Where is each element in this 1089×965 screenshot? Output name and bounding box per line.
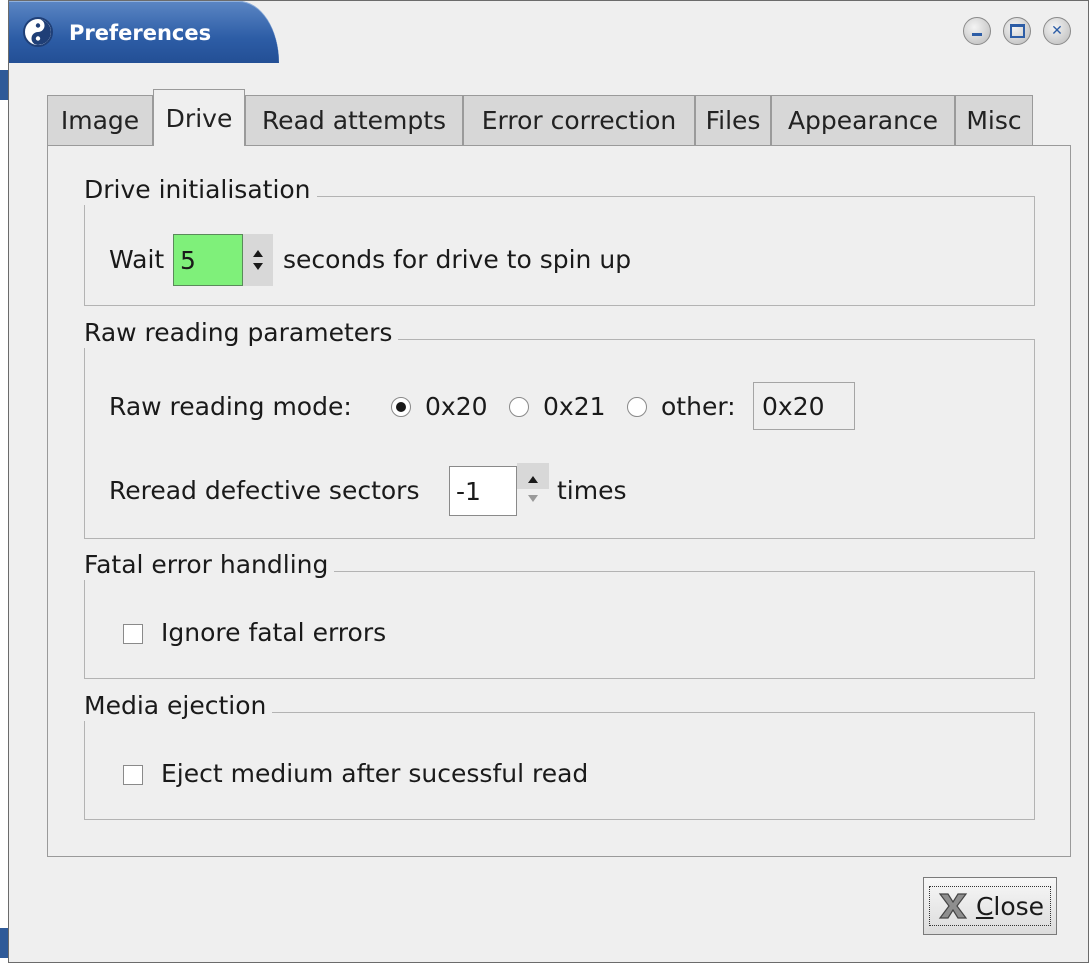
- close-button-focus: Close: [928, 886, 1052, 926]
- wait-seconds-input[interactable]: 5: [173, 234, 243, 286]
- frame-title: Drive initialisation: [84, 175, 317, 205]
- tab-appearance[interactable]: Appearance: [771, 95, 955, 145]
- ignore-fatal-errors-label[interactable]: Ignore fatal errors: [161, 618, 386, 647]
- eject-medium-checkbox[interactable]: [123, 765, 143, 785]
- wait-suffix-label: seconds for drive to spin up: [283, 245, 632, 274]
- radio-0x20-label[interactable]: 0x20: [425, 392, 488, 421]
- tab-error-correction[interactable]: Error correction: [463, 95, 695, 145]
- media-ejection-frame: Media ejection Eject medium after sucess…: [84, 691, 1035, 820]
- radio-other[interactable]: [627, 397, 647, 417]
- wait-label: Wait: [109, 245, 165, 274]
- close-icon: ✕: [1051, 23, 1063, 39]
- preferences-window: Preferences ✕ Image Drive Read attempts …: [8, 0, 1089, 963]
- close-mnemonic: C: [975, 891, 994, 921]
- tab-misc[interactable]: Misc: [955, 95, 1033, 145]
- reread-label: Reread defective sectors: [109, 476, 420, 505]
- eject-medium-label[interactable]: Eject medium after sucessful read: [161, 759, 588, 788]
- close-x-icon: [938, 893, 968, 919]
- tab-files[interactable]: Files: [695, 95, 771, 145]
- tab-image[interactable]: Image: [47, 95, 153, 145]
- window-title: Preferences: [69, 21, 212, 45]
- frame-title: Fatal error handling: [84, 550, 335, 580]
- maximize-button[interactable]: [1003, 17, 1031, 45]
- close-window-button[interactable]: ✕: [1043, 17, 1071, 45]
- background-window-edge: [0, 928, 8, 958]
- close-rest: lose: [993, 891, 1045, 921]
- other-mode-input[interactable]: 0x20: [753, 382, 855, 430]
- reread-spin-button[interactable]: [517, 463, 549, 515]
- close-button-label: Close: [976, 892, 1044, 921]
- raw-reading-frame: Raw reading parameters Raw reading mode:…: [84, 318, 1035, 539]
- drive-initialisation-frame: Drive initialisation Wait 5 seconds for …: [84, 175, 1035, 306]
- reread-count-input[interactable]: -1: [449, 466, 517, 516]
- maximize-icon: [1009, 24, 1025, 38]
- background-window-edge: [0, 70, 8, 100]
- app-logo-icon: [23, 17, 53, 47]
- wait-spin-button[interactable]: [243, 234, 273, 286]
- spin-arrows-icon: [517, 463, 549, 502]
- radio-0x21[interactable]: [509, 397, 529, 417]
- fatal-error-frame: Fatal error handling Ignore fatal errors: [84, 550, 1035, 679]
- tab-drive[interactable]: Drive: [153, 89, 245, 146]
- raw-reading-mode-label: Raw reading mode:: [109, 392, 352, 421]
- close-button[interactable]: Close: [923, 877, 1057, 935]
- reread-suffix-label: times: [557, 476, 627, 505]
- minimize-button[interactable]: [963, 17, 991, 45]
- title-tab: Preferences: [9, 1, 279, 63]
- ignore-fatal-errors-checkbox[interactable]: [123, 624, 143, 644]
- spin-arrows-icon: [253, 250, 263, 270]
- title-bar[interactable]: Preferences ✕: [9, 1, 1088, 63]
- radio-0x21-label[interactable]: 0x21: [543, 392, 606, 421]
- radio-0x20[interactable]: [391, 397, 411, 417]
- minimize-icon: [972, 32, 982, 36]
- radio-other-label[interactable]: other:: [661, 392, 736, 421]
- drive-tab-panel: Drive initialisation Wait 5 seconds for …: [47, 145, 1071, 857]
- tab-read-attempts[interactable]: Read attempts: [245, 95, 463, 145]
- frame-title: Raw reading parameters: [84, 318, 399, 348]
- frame-title: Media ejection: [84, 691, 273, 721]
